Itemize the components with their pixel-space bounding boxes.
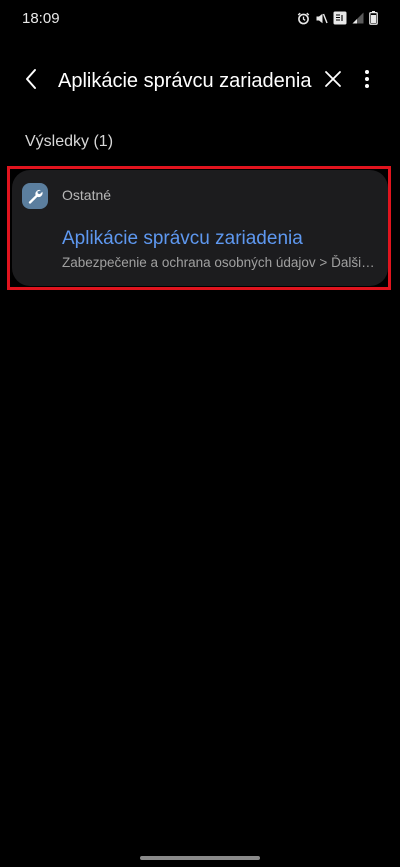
- more-vert-icon: [364, 69, 370, 94]
- result-path: Zabezpečenie a ochrana osobných údajov >…: [62, 255, 380, 270]
- mute-icon: [315, 12, 328, 25]
- battery-icon: [369, 11, 378, 25]
- signal-icon: [352, 12, 364, 24]
- result-category: Ostatné: [62, 187, 112, 203]
- back-button[interactable]: [14, 64, 48, 98]
- vowifi-icon: [333, 11, 347, 25]
- results-count-label: Výsledky (1): [25, 133, 114, 150]
- search-query: Aplikácie správcu zariadenia: [58, 70, 312, 92]
- alarm-icon: [297, 12, 310, 25]
- status-bar: 18:09: [0, 0, 400, 36]
- wrench-icon: [22, 183, 48, 209]
- search-header: Aplikácie správcu zariadenia: [0, 56, 400, 106]
- chevron-left-icon: [23, 67, 39, 96]
- result-title: Aplikácie správcu zariadenia: [62, 228, 303, 249]
- home-indicator[interactable]: [140, 856, 260, 860]
- status-time: 18:09: [22, 10, 60, 27]
- search-input[interactable]: Aplikácie správcu zariadenia: [58, 64, 316, 98]
- status-icons: [297, 9, 378, 27]
- result-item[interactable]: Ostatné Aplikácie správcu zariadenia Zab…: [12, 170, 388, 286]
- clear-search-button[interactable]: [318, 64, 348, 98]
- more-options-button[interactable]: [352, 64, 382, 98]
- close-icon: [324, 70, 342, 93]
